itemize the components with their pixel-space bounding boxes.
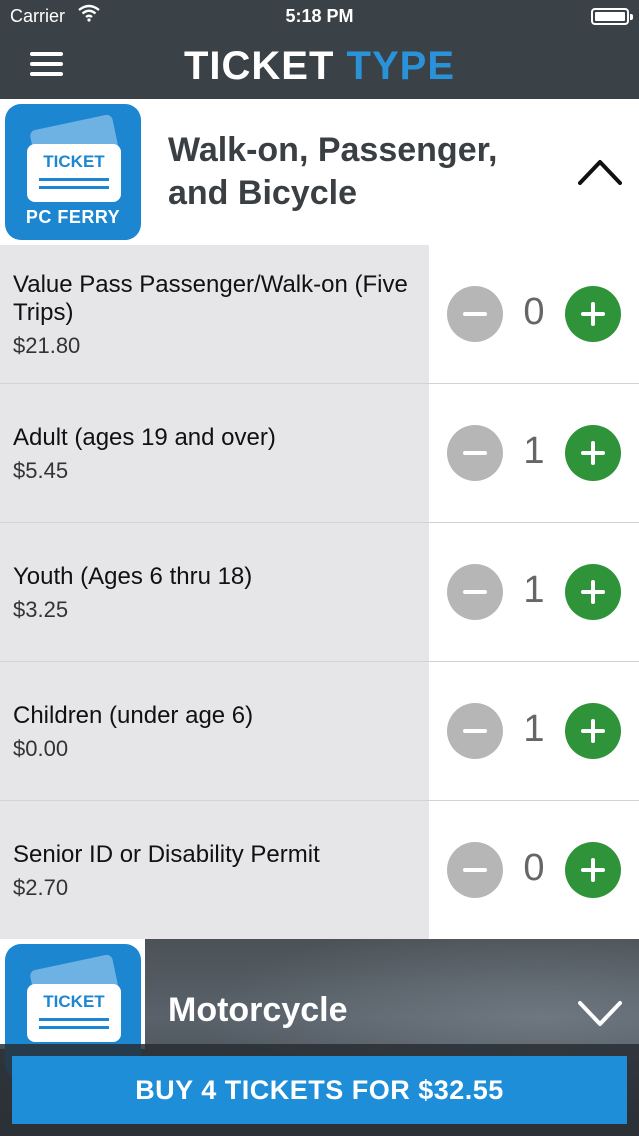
ticket-name: Adult (ages 19 and over) — [13, 423, 276, 451]
increment-button[interactable] — [565, 425, 621, 481]
ticket-price: $0.00 — [13, 735, 69, 761]
pc-ferry-logo: TICKET PC FERRY — [5, 104, 141, 240]
decrement-button[interactable] — [447, 286, 503, 342]
ticket-icon: TICKET — [27, 984, 121, 1042]
battery-icon — [591, 8, 633, 25]
ticket-count: 1 — [523, 708, 545, 750]
page-title: TICKET TYPE — [0, 44, 639, 89]
decrement-button[interactable] — [447, 703, 503, 759]
increment-button[interactable] — [565, 564, 621, 620]
ticket-name: Youth (Ages 6 thru 18) — [13, 562, 253, 590]
increment-button[interactable] — [565, 286, 621, 342]
ticket-row: Senior ID or Disability Permit $2.70 0 — [0, 801, 639, 940]
ticket-row: Youth (Ages 6 thru 18) $3.25 1 — [0, 523, 639, 662]
ticket-list: Value Pass Passenger/Walk-on (Five Trips… — [0, 245, 639, 940]
ticket-row: Children (under age 6) $0.00 1 — [0, 662, 639, 801]
status-bar: Carrier 5:18 PM — [0, 0, 639, 34]
title-word-ticket: TICKET — [183, 44, 335, 88]
decrement-button[interactable] — [447, 564, 503, 620]
ticket-price: $2.70 — [13, 874, 69, 900]
ticket-name: Children (under age 6) — [13, 701, 254, 729]
chevron-down-icon[interactable] — [577, 999, 623, 1029]
ticket-count: 0 — [523, 847, 545, 889]
ticket-price: $3.25 — [13, 596, 69, 622]
ticket-price: $5.45 — [13, 457, 69, 483]
ticket-price: $21.80 — [13, 332, 81, 358]
top-bar: Carrier 5:18 PM TICKET TYPE — [0, 0, 639, 99]
section-header-walk-on[interactable]: TICKET PC FERRY Walk-on, Passenger, and … — [0, 99, 639, 245]
section-title: Motorcycle — [168, 991, 348, 1029]
buy-tickets-button[interactable]: BUY 4 TICKETS FOR $32.55 — [12, 1056, 627, 1124]
ticket-name: Senior ID or Disability Permit — [13, 840, 320, 868]
buy-bar: BUY 4 TICKETS FOR $32.55 — [0, 1044, 639, 1136]
increment-button[interactable] — [565, 842, 621, 898]
ticket-row: Adult (ages 19 and over) $5.45 1 — [0, 384, 639, 523]
ticket-name: Value Pass Passenger/Walk-on (Five Trips… — [13, 270, 408, 326]
logo-name: PC FERRY — [25, 207, 121, 227]
ticket-count: 1 — [523, 569, 545, 611]
decrement-button[interactable] — [447, 842, 503, 898]
clock: 5:18 PM — [285, 6, 354, 26]
ticket-count: 1 — [523, 430, 545, 472]
title-word-type: TYPE — [346, 44, 456, 88]
ticket-icon: TICKET — [27, 144, 121, 202]
ticket-row: Value Pass Passenger/Walk-on (Five Trips… — [0, 245, 639, 384]
section-title: Walk-on, Passenger, and Bicycle — [168, 131, 498, 212]
chevron-up-icon[interactable] — [577, 156, 623, 186]
decrement-button[interactable] — [447, 425, 503, 481]
increment-button[interactable] — [565, 703, 621, 759]
ticket-count: 0 — [523, 291, 545, 333]
